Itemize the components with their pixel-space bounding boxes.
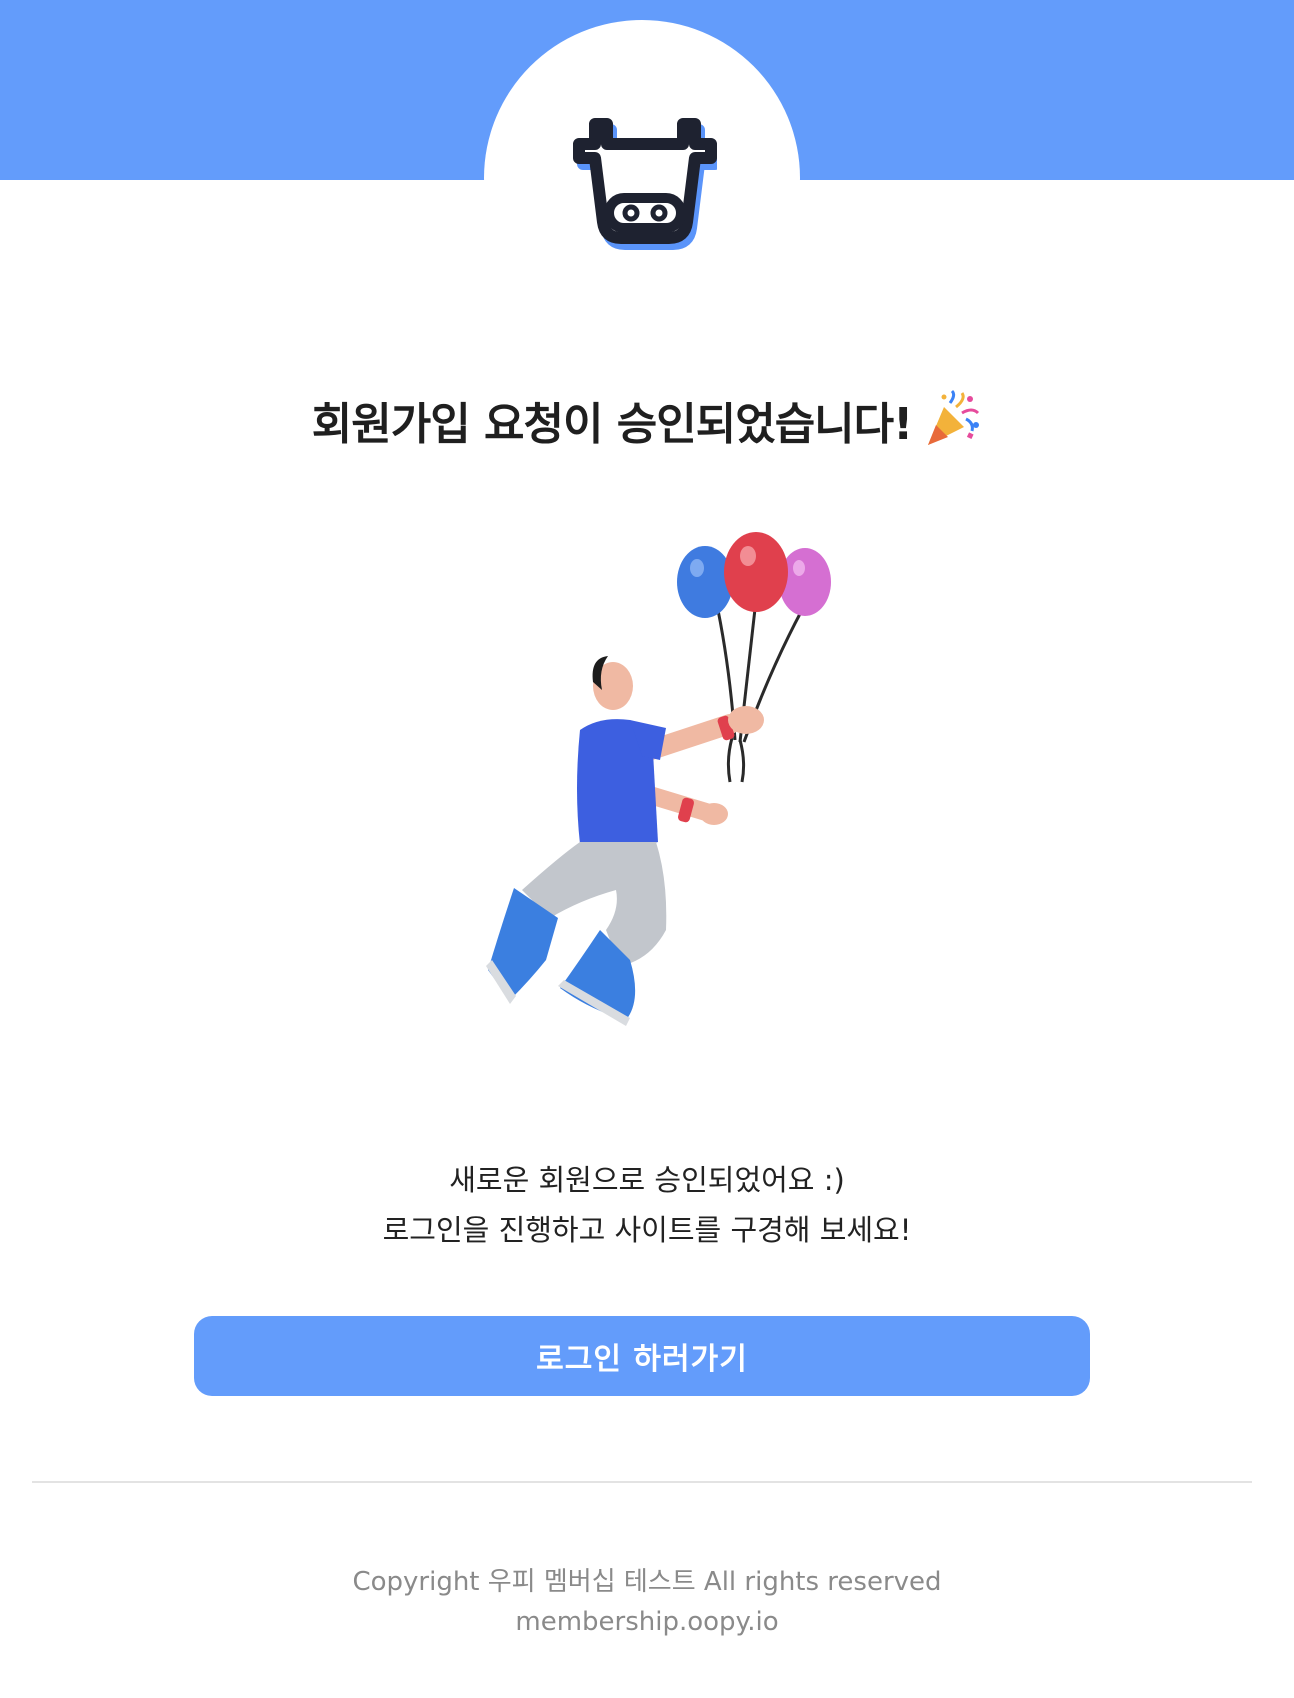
message-line-2: 로그인을 진행하고 사이트를 구경해 보세요! bbox=[382, 1213, 912, 1247]
go-to-login-button[interactable]: 로그인 하러가기 bbox=[194, 1316, 1090, 1396]
message-line-1: 새로운 회원으로 승인되었어요 :) bbox=[449, 1163, 845, 1197]
footer-copyright: Copyright 우피 멤버십 테스트 All rights reserved bbox=[352, 1567, 942, 1597]
party-popper-icon bbox=[928, 389, 980, 445]
headline: 회원가입 요청이 승인되었습니다! bbox=[0, 388, 1294, 452]
cow-face-icon bbox=[573, 118, 717, 250]
approval-message: 새로운 회원으로 승인되었어요 :) 로그인을 진행하고 사이트를 구경해 보세… bbox=[0, 1155, 1294, 1255]
footer-domain-link[interactable]: membership.oopy.io bbox=[0, 1602, 1294, 1642]
person-floating-with-balloons-illustration bbox=[486, 532, 831, 1026]
footer: Copyright 우피 멤버십 테스트 All rights reserved… bbox=[0, 1562, 1294, 1642]
headline-text: 회원가입 요청이 승인되었습니다! bbox=[311, 399, 913, 450]
footer-divider bbox=[32, 1481, 1252, 1483]
